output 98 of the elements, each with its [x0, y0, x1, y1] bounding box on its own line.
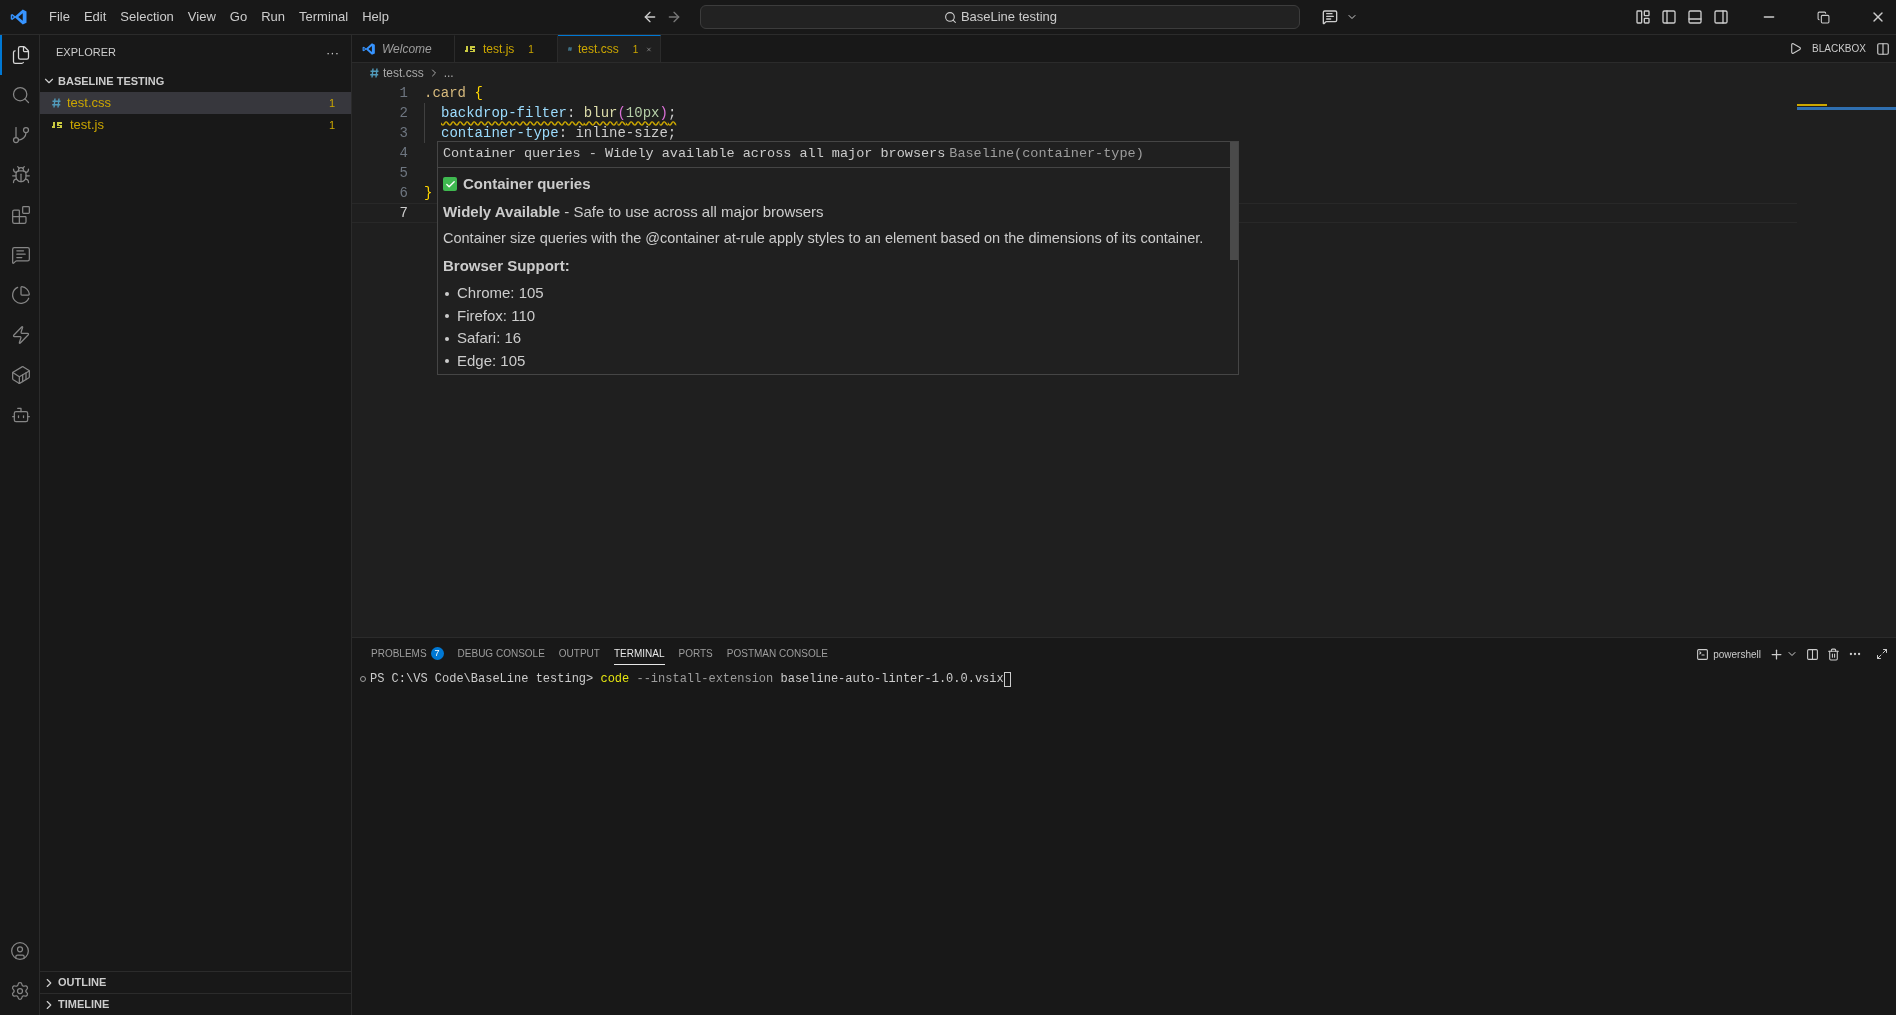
search-icon [943, 10, 957, 24]
settings-icon[interactable] [9, 981, 30, 1001]
add-icon[interactable] [1769, 646, 1784, 662]
menu-item[interactable]: File [42, 5, 77, 29]
tree-item[interactable]: test.css 1 [40, 92, 351, 114]
container-icon[interactable] [10, 365, 31, 385]
panel-tab[interactable]: OUTPUT [558, 643, 600, 665]
editor-tab[interactable]: Welcome [352, 35, 455, 62]
tab-label: Welcome [382, 41, 432, 58]
bullet-icon [445, 291, 449, 296]
code-line: } [424, 183, 433, 203]
code-line: container-type: inline-size; [441, 123, 677, 143]
panel-tab[interactable]: DEBUG CONSOLE [457, 643, 545, 665]
restore-icon[interactable] [1817, 10, 1830, 24]
chat-icon[interactable] [1322, 9, 1339, 25]
chat-icon[interactable] [10, 245, 31, 265]
code-line: .card { [424, 83, 483, 103]
menu-item[interactable]: Go [222, 5, 255, 29]
menu-item[interactable]: Terminal [292, 5, 356, 29]
lightning-icon[interactable] [10, 325, 31, 345]
line-number: 2 [398, 103, 408, 123]
shell-label[interactable]: powershell [1713, 646, 1761, 662]
line-number: 6 [398, 183, 408, 203]
line-number: 7 [398, 203, 408, 223]
editor-tab[interactable]: test.css 1 [558, 35, 661, 62]
hash-icon [52, 98, 61, 108]
run-icon[interactable] [1789, 42, 1803, 55]
hover-source: Baseline(container-type) [949, 145, 1144, 164]
problem-count: 1 [328, 117, 335, 133]
browser-support-item: Firefox: 110 [457, 305, 536, 326]
panel-toggle-icon[interactable] [1687, 9, 1703, 25]
menu-item[interactable]: Run [254, 5, 292, 29]
support-heading: Browser Support: [443, 255, 571, 276]
menu-item[interactable]: Selection [113, 5, 181, 29]
panel-tab[interactable]: PROBLEMS 7 [371, 643, 444, 665]
branch-icon[interactable] [10, 125, 31, 145]
problem-count: 1 [328, 95, 335, 111]
terminal-line: PS C:\VS Code\BaseLine testing> code --install-extension baseline-auto-linter-1.0.0.vsix [370, 671, 1004, 688]
breadcrumb-item[interactable]: ... [443, 64, 454, 82]
robot-icon[interactable] [10, 405, 31, 425]
bullet-icon [445, 359, 449, 363]
section-header[interactable]: OUTLINE [40, 971, 351, 993]
tab-label: test.css [578, 41, 619, 58]
terminal-icon [1696, 647, 1710, 661]
folder-header[interactable]: BASELINE TESTING [40, 70, 351, 92]
availability-text: Widely Available - Safe to use across all major browsers [443, 201, 825, 222]
trash-icon[interactable] [1827, 647, 1840, 661]
toolbar-label[interactable]: BLACKBOX [1812, 41, 1866, 56]
files-icon[interactable] [10, 45, 31, 65]
menu-item[interactable]: Help [355, 5, 396, 29]
tree-item[interactable]: test.js 1 [40, 114, 351, 136]
js-icon [465, 45, 477, 53]
panel-tab[interactable]: PORTS [678, 643, 713, 665]
hash-icon [568, 44, 572, 54]
maximize-icon[interactable] [1876, 648, 1888, 660]
search-field[interactable]: BaseLine testing [700, 5, 1301, 29]
logo-icon [362, 42, 376, 56]
sidebar-title: EXPLORER [56, 45, 116, 61]
line-number: 4 [398, 143, 408, 163]
split-editor-icon[interactable] [1876, 41, 1890, 56]
search-icon[interactable] [10, 85, 31, 105]
menu-item[interactable]: Edit [76, 5, 114, 29]
menu-item[interactable]: View [180, 5, 223, 29]
tab-label: test.js [483, 41, 515, 58]
description-text: Container size queries with the @container at-rule apply styles to an element based on the dimensions of its container. [443, 229, 1205, 248]
bullet-icon [445, 314, 449, 318]
feature-title: Container queries [463, 174, 591, 194]
file-name: test.js [70, 116, 105, 135]
pie-icon[interactable] [10, 285, 31, 305]
browser-support-item: Safari: 16 [457, 328, 522, 349]
blocks-icon[interactable] [10, 205, 31, 225]
secondary-sidebar-icon[interactable] [1713, 9, 1729, 25]
js-icon [52, 121, 64, 129]
bug-icon[interactable] [10, 165, 31, 185]
line-number: 5 [398, 163, 408, 183]
logo-icon [10, 8, 28, 26]
line-number: 3 [398, 123, 408, 143]
problem-count: 1 [528, 42, 534, 57]
account-icon[interactable] [9, 941, 30, 961]
sidebar-toggle-icon[interactable] [1661, 9, 1677, 25]
browser-support-item: Chrome: 105 [457, 283, 544, 304]
bullet-icon [445, 336, 449, 341]
split-terminal-icon[interactable] [1806, 647, 1819, 661]
hover-header: Container queries - Widely available across all major browsers [443, 145, 946, 164]
breadcrumb-item[interactable]: test.css [383, 64, 424, 82]
cursor-icon [1003, 671, 1011, 687]
panel-tab[interactable]: POSTMAN CONSOLE [726, 643, 828, 665]
panel-tab[interactable]: TERMINAL [613, 643, 665, 665]
problem-count: 1 [632, 42, 639, 57]
line-number: 1 [398, 83, 408, 103]
section-header[interactable]: TIMELINE [40, 993, 351, 1015]
hash-icon [370, 68, 379, 78]
check-icon [443, 177, 457, 192]
file-name: test.css [67, 94, 113, 113]
layout-icon[interactable] [1635, 9, 1651, 25]
code-line: backdrop-filter: blur(10px); [441, 103, 677, 123]
more-button[interactable]: ··· [326, 42, 339, 63]
browser-support-item: Edge: 105 [457, 350, 526, 371]
